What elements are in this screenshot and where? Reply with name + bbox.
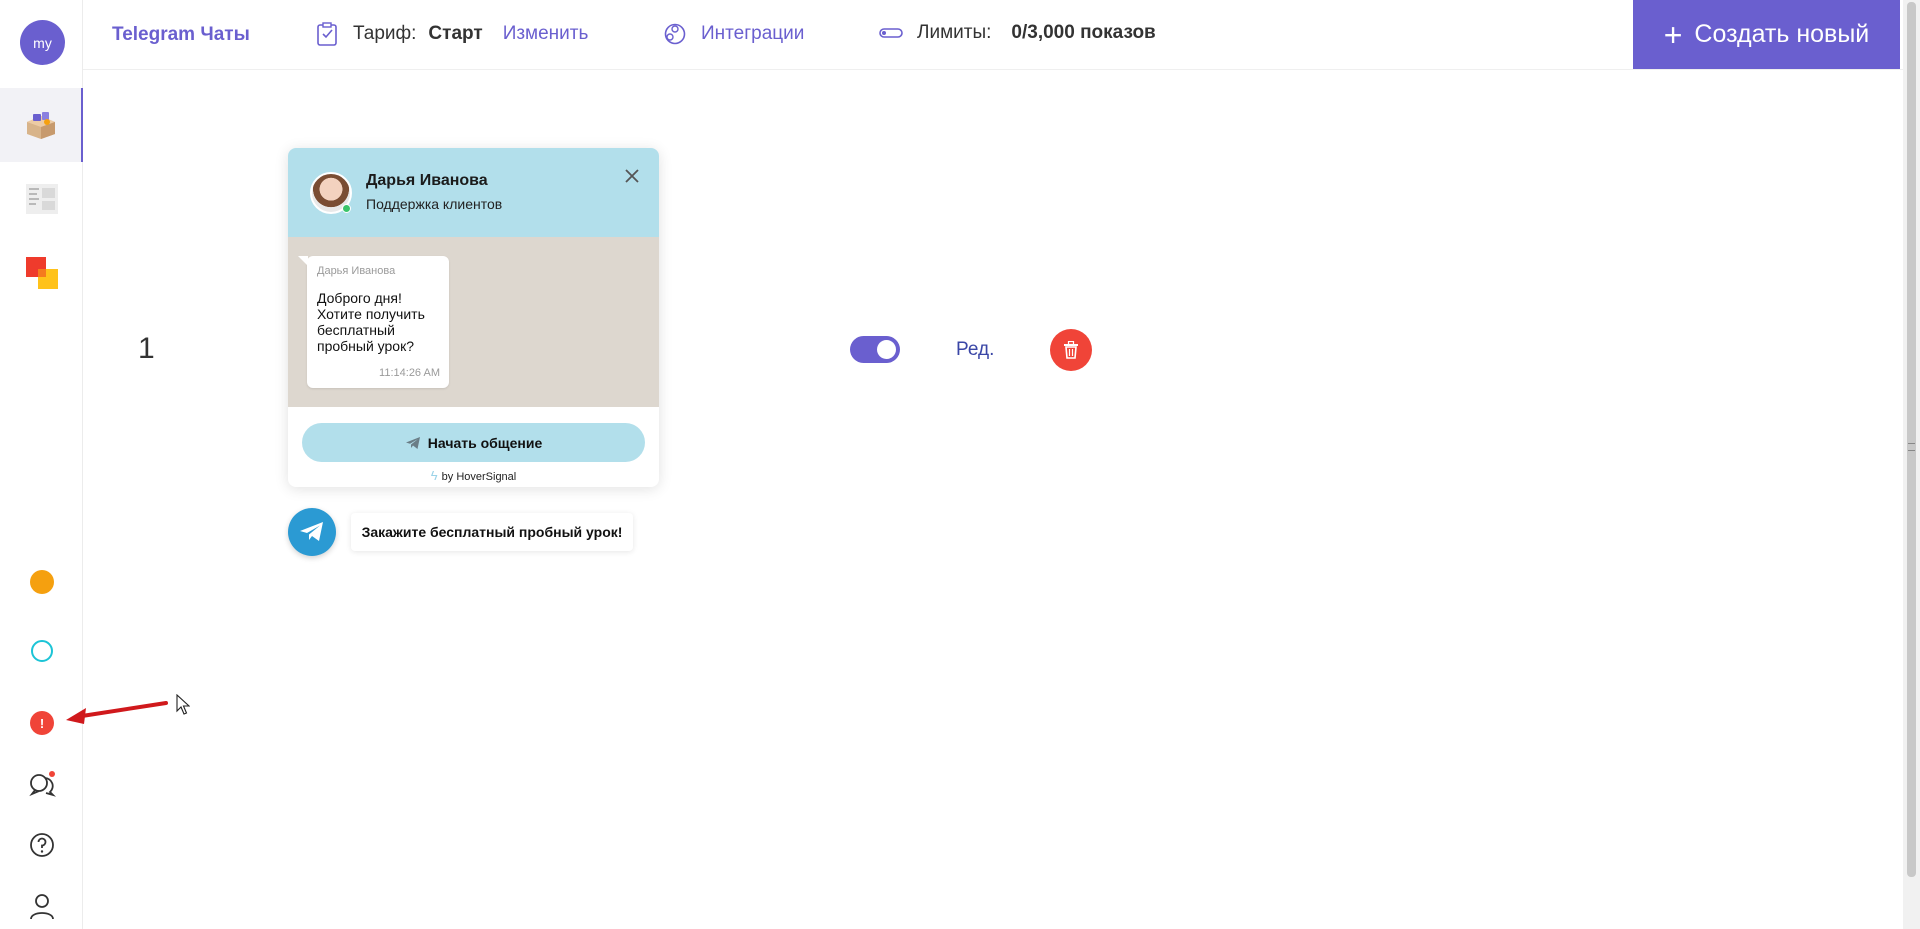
orange-dot-icon[interactable]	[30, 570, 54, 594]
widget-header: Дарья Иванова Поддержка клиентов	[288, 148, 659, 237]
agent-role: Поддержка клиентов	[366, 196, 503, 212]
tariff-value: Старт	[428, 23, 483, 44]
scrollbar-thumb[interactable]	[1907, 2, 1916, 877]
create-new-label: Создать новый	[1694, 20, 1870, 48]
start-chat-label: Начать общение	[427, 434, 543, 451]
squares-icon	[25, 257, 58, 289]
plus-icon: +	[1663, 16, 1683, 53]
alert-icon[interactable]: !	[30, 711, 54, 735]
trash-icon	[1064, 341, 1078, 359]
tariff-label: Тариф:	[353, 23, 417, 44]
page-title: Telegram Чаты	[112, 24, 250, 45]
row-number: 1	[138, 332, 155, 365]
integrations-link[interactable]: Интеграции	[663, 22, 804, 46]
telegram-callout-label[interactable]: Закажите бесплатный пробный урок!	[351, 513, 633, 551]
message-text: Доброго дня! Хотите получить бесплатный …	[317, 290, 425, 354]
limits-label: Лимиты:	[917, 22, 992, 43]
message-time: 11:14:26 AM	[379, 367, 440, 379]
telegram-icon	[300, 522, 323, 541]
top-header: Telegram Чаты Тариф: Старт Изменить Инте…	[83, 0, 1920, 70]
telegram-button[interactable]	[288, 508, 336, 556]
start-chat-button[interactable]: Начать общение	[302, 423, 645, 462]
message-author: Дарья Иванова	[317, 265, 396, 277]
sidebar-item-apps[interactable]	[0, 236, 83, 310]
sidebar-item-widgets[interactable]	[0, 88, 83, 162]
box-icon	[26, 112, 55, 139]
powered-by[interactable]: ϟ by HoverSignal	[288, 468, 659, 483]
tariff-info: Тариф: Старт Изменить	[317, 22, 588, 46]
help-icon[interactable]	[28, 831, 56, 859]
limits-icon	[879, 27, 903, 39]
widget-preview: Дарья Иванова Поддержка клиентов Дарья И…	[288, 148, 659, 487]
integrations-icon	[663, 22, 687, 46]
telegram-plane-icon	[405, 436, 421, 450]
edit-link[interactable]: Ред.	[956, 339, 994, 361]
delete-button[interactable]	[1050, 329, 1092, 371]
sidebar: my !	[0, 0, 83, 929]
cyan-ring-icon[interactable]	[31, 640, 53, 662]
mouse-cursor-icon	[176, 694, 190, 715]
online-indicator	[342, 204, 351, 213]
bolt-icon: ϟ	[430, 468, 438, 483]
enable-toggle[interactable]	[850, 336, 900, 363]
page-scrollbar[interactable]	[1903, 0, 1920, 929]
user-icon[interactable]	[28, 892, 56, 920]
integrations-label: Интеграции	[701, 23, 805, 44]
powered-by-text: by HoverSignal	[441, 471, 517, 483]
annotation-arrow	[66, 701, 168, 724]
user-avatar[interactable]: my	[20, 20, 65, 65]
scrollbar-grip	[1908, 443, 1915, 451]
sidebar-item-reports[interactable]	[0, 162, 83, 236]
limits-value: 0/3,000 показов	[1011, 22, 1156, 43]
tariff-icon	[317, 22, 339, 46]
toggle-knob	[877, 340, 896, 359]
document-icon	[25, 184, 58, 214]
message-bubble: Дарья Иванова Доброго дня! Хотите получи…	[298, 256, 449, 388]
widget-chat-area: Дарья Иванова Доброго дня! Хотите получи…	[288, 237, 659, 407]
chat-icon[interactable]	[28, 770, 56, 798]
alert-text: !	[39, 715, 45, 731]
limits-info: Лимиты: 0/3,000 показов	[879, 22, 1156, 44]
close-icon[interactable]	[621, 165, 643, 187]
change-tariff-link[interactable]: Изменить	[503, 23, 589, 45]
create-new-button[interactable]: + Создать новый	[1633, 0, 1900, 69]
agent-name: Дарья Иванова	[366, 172, 488, 189]
